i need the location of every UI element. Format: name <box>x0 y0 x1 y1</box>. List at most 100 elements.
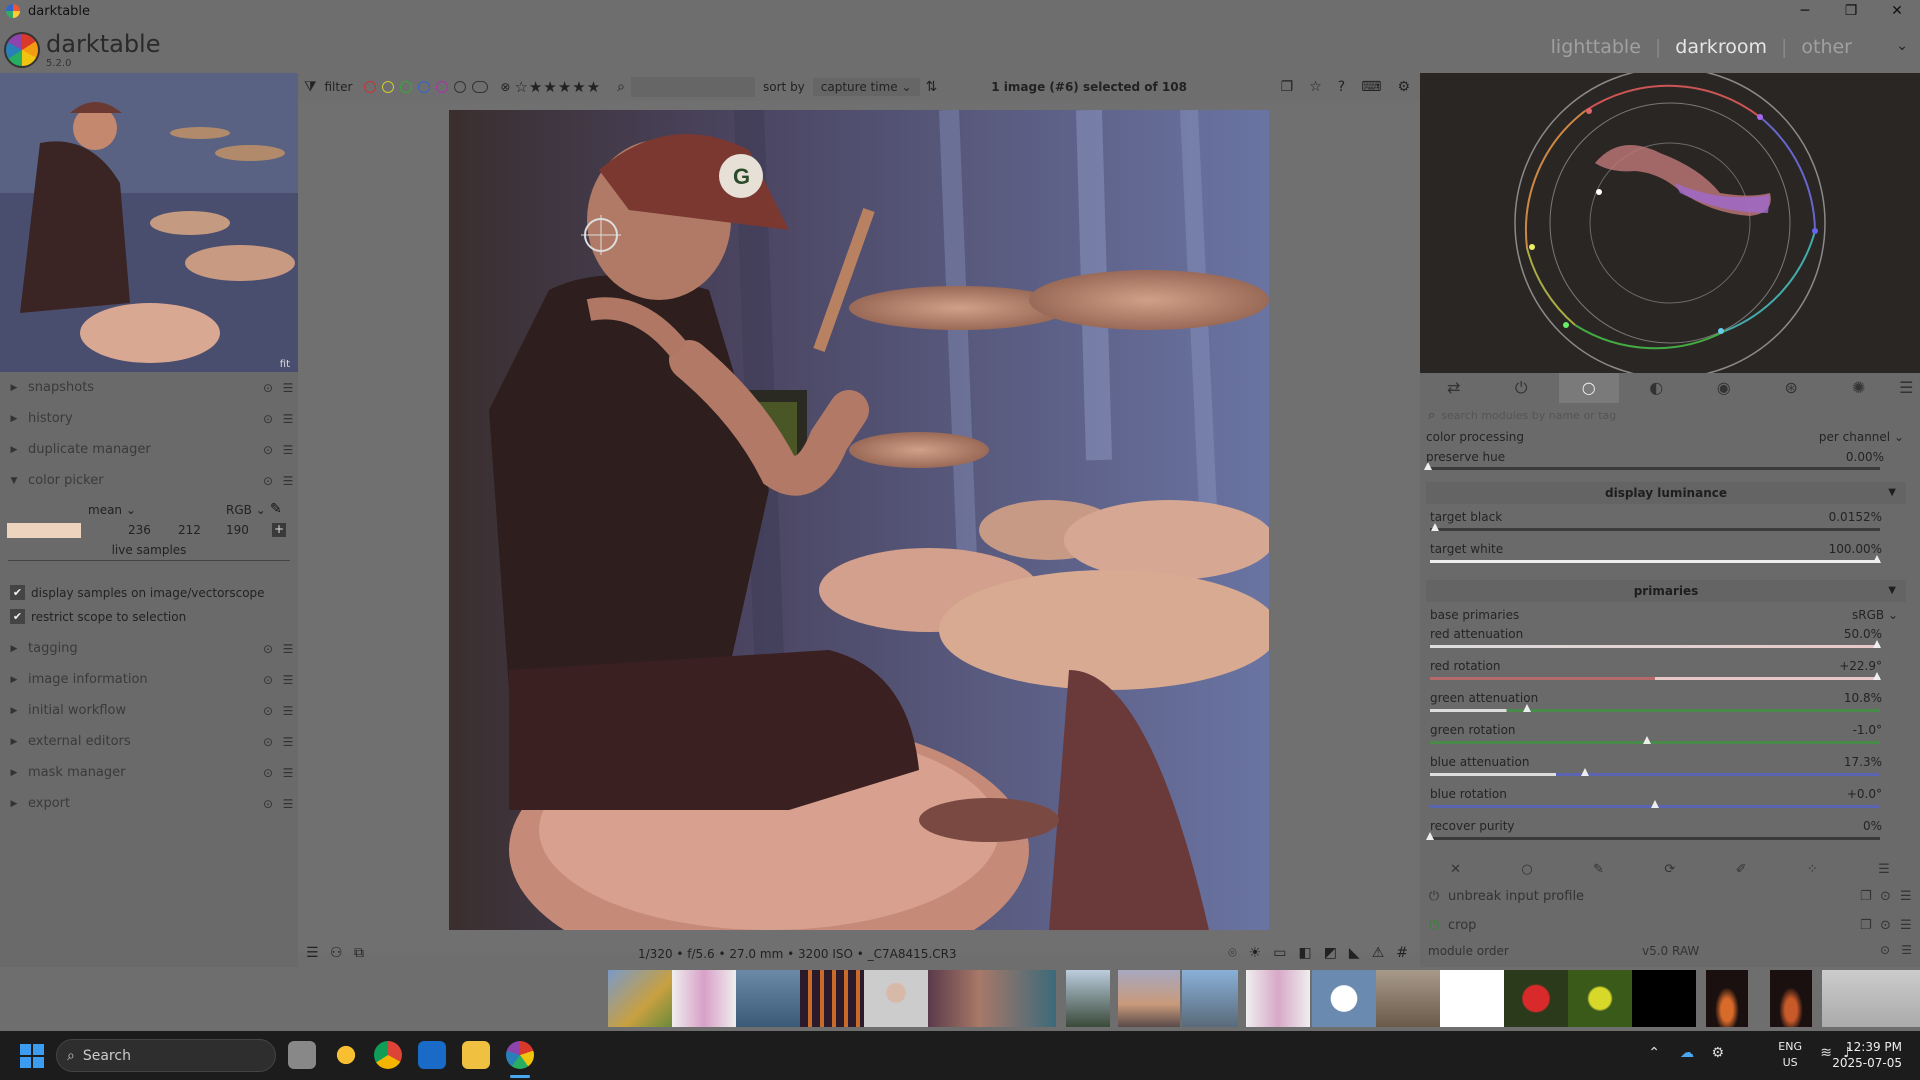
label-mode-icon[interactable] <box>472 81 489 93</box>
restore-button[interactable]: ❐ <box>1828 0 1874 22</box>
view-darkroom[interactable]: darkroom <box>1675 36 1767 58</box>
tray-chevron-icon[interactable]: ⌃ <box>1648 1045 1660 1061</box>
slider-handle[interactable] <box>1651 800 1659 808</box>
module-image-information[interactable]: ▶ image information ⊙ ☰ <box>0 664 298 695</box>
close-button[interactable]: ✕ <box>1874 0 1920 22</box>
presets-menu-icon[interactable]: ☰ <box>1901 943 1912 957</box>
module-tagging[interactable]: ▶ tagging ⊙ ☰ <box>0 633 298 664</box>
star-overlay-icon[interactable]: ☆ <box>1309 79 1322 95</box>
module-color-picker[interactable]: ▼ color picker ⊙ ☰ <box>0 465 298 496</box>
module-duplicate-manager[interactable]: ▶ duplicate manager ⊙ ☰ <box>0 434 298 465</box>
gear-icon[interactable]: ⚙ <box>1397 79 1410 95</box>
raster-mask-icon[interactable]: ⁘ <box>1807 862 1818 877</box>
instance-icon[interactable]: ❐ <box>1860 889 1880 904</box>
second-window-icon[interactable]: ⧉ <box>354 945 364 961</box>
slider-handle[interactable] <box>1424 462 1432 470</box>
slider-handle[interactable] <box>1426 832 1434 840</box>
module-crop[interactable]: ⏻ crop ❐ ⊙ ☰ <box>1420 911 1920 939</box>
view-lighttable[interactable]: lighttable <box>1551 36 1641 58</box>
slider-handle[interactable] <box>1431 523 1439 531</box>
film-thumb[interactable] <box>800 970 864 1027</box>
module-snapshots[interactable]: ▶ snapshots ⊙ ☰ <box>0 372 298 403</box>
chrome-icon[interactable] <box>374 1041 402 1069</box>
effect-group-tab-icon[interactable]: ✺ <box>1829 373 1889 403</box>
base-group-tab-icon[interactable]: ○ <box>1558 373 1619 403</box>
film-thumb[interactable] <box>1066 970 1110 1027</box>
presets-menu-icon[interactable]: ☰ <box>278 735 298 749</box>
target-white-slider[interactable] <box>1430 560 1880 563</box>
navigation-thumbnail[interactable]: fit <box>0 73 298 372</box>
eyedropper-icon[interactable]: ✎ <box>270 501 282 517</box>
green-attenuation-slider[interactable] <box>1430 709 1880 712</box>
reset-icon[interactable]: ⊙ <box>1880 943 1890 957</box>
drawn-mask-icon[interactable]: ✎ <box>1593 862 1604 877</box>
drawn-parametric-mask-icon[interactable]: ✐ <box>1736 862 1747 877</box>
taskbar-search[interactable]: ⌕ Search <box>56 1039 276 1072</box>
presets-menu-icon[interactable]: ☰ <box>1900 918 1920 933</box>
reset-icon[interactable]: ⊙ <box>1880 918 1900 933</box>
start-icon[interactable] <box>20 1044 44 1068</box>
quick-access-tab-icon[interactable]: ⇄ <box>1424 373 1484 403</box>
display-samples-checkbox[interactable]: ✔ display samples on image/vectorscope <box>10 585 265 600</box>
film-thumb[interactable] <box>1632 970 1696 1027</box>
weather-icon[interactable] <box>332 1041 360 1069</box>
film-thumb[interactable] <box>1504 970 1568 1027</box>
film-thumb[interactable] <box>1706 970 1748 1027</box>
presets-menu-icon[interactable]: ☰ <box>278 797 298 811</box>
module-unbreak-input-profile[interactable]: ⏻ unbreak input profile ❐ ⊙ ☰ <box>1420 882 1920 910</box>
darktable-taskbar-icon[interactable] <box>506 1041 534 1069</box>
film-thumb[interactable] <box>1770 970 1812 1027</box>
display-profile-icon[interactable]: ▭ <box>1273 945 1286 961</box>
target-black-slider[interactable] <box>1430 528 1880 531</box>
presets-menu-icon[interactable]: ☰ <box>278 412 298 426</box>
primaries-section[interactable]: primaries ▼ <box>1426 580 1906 602</box>
film-thumb-selected[interactable] <box>928 970 1056 1027</box>
keyboard-icon[interactable]: ⌨ <box>1361 79 1381 95</box>
outlook-icon[interactable] <box>418 1041 446 1069</box>
module-external-editors[interactable]: ▶ external editors ⊙ ☰ <box>0 726 298 757</box>
sort-order-select[interactable]: capture time ⌄ <box>812 78 920 96</box>
instance-icon[interactable]: ❐ <box>1860 918 1880 933</box>
module-initial-workflow[interactable]: ▶ initial workflow ⊙ ☰ <box>0 695 298 726</box>
presets-menu-icon[interactable]: ☰ <box>278 443 298 457</box>
tone-group-tab-icon[interactable]: ◐ <box>1626 373 1686 403</box>
correct-group-tab-icon[interactable]: ⊛ <box>1761 373 1821 403</box>
reset-icon[interactable]: ⊙ <box>258 381 278 395</box>
slider-handle[interactable] <box>1873 672 1881 680</box>
color-group-tab-icon[interactable]: ◉ <box>1694 373 1754 403</box>
search-icon[interactable]: ⌕ <box>617 79 625 95</box>
parametric-mask-icon[interactable]: ⟳ <box>1664 862 1675 877</box>
film-thumb[interactable] <box>1312 970 1376 1027</box>
menu-icon[interactable]: ☰ <box>306 945 319 961</box>
slider-handle[interactable] <box>1581 768 1589 776</box>
sort-direction-icon[interactable]: ⇅ <box>926 79 938 95</box>
blend-menu-icon[interactable]: ☰ <box>1878 862 1890 877</box>
power-off-icon[interactable]: ⏻ <box>1420 889 1448 904</box>
color-label-filters[interactable] <box>364 81 489 93</box>
film-thumb[interactable] <box>1376 970 1440 1027</box>
green-rotation-slider[interactable] <box>1430 741 1880 744</box>
active-modules-tab-icon[interactable]: ⏻ <box>1491 373 1551 403</box>
red-rotation-slider[interactable] <box>1430 677 1880 680</box>
focus-peaking-icon[interactable]: ⌾ <box>1228 945 1236 961</box>
chevron-down-icon[interactable]: ⌄ <box>1896 38 1908 54</box>
main-image[interactable]: G <box>449 110 1269 930</box>
groups-menu-icon[interactable]: ☰ <box>1896 373 1916 403</box>
zoom-fit-label[interactable]: fit <box>280 359 290 370</box>
reset-icon[interactable]: ⊙ <box>258 797 278 811</box>
base-primaries-select[interactable]: sRGB ⌄ <box>1852 608 1898 622</box>
add-sample-icon[interactable]: + <box>272 523 286 537</box>
film-thumb[interactable] <box>1182 970 1238 1027</box>
slider-handle[interactable] <box>1523 704 1531 712</box>
blue-attenuation-slider[interactable] <box>1430 773 1880 776</box>
red-attenuation-slider[interactable] <box>1430 645 1880 648</box>
preserve-hue-slider[interactable] <box>1428 467 1880 470</box>
presets-menu-icon[interactable]: ☰ <box>278 766 298 780</box>
filter-icon[interactable]: ⧩ <box>304 79 317 95</box>
view-other[interactable]: other <box>1801 36 1852 58</box>
file-explorer-icon[interactable] <box>462 1041 490 1069</box>
minimize-button[interactable]: ─ <box>1782 0 1828 22</box>
warning-icon[interactable]: ⚠ <box>1372 945 1385 961</box>
reset-icon[interactable]: ⊙ <box>258 673 278 687</box>
presets-menu-icon[interactable]: ☰ <box>278 704 298 718</box>
